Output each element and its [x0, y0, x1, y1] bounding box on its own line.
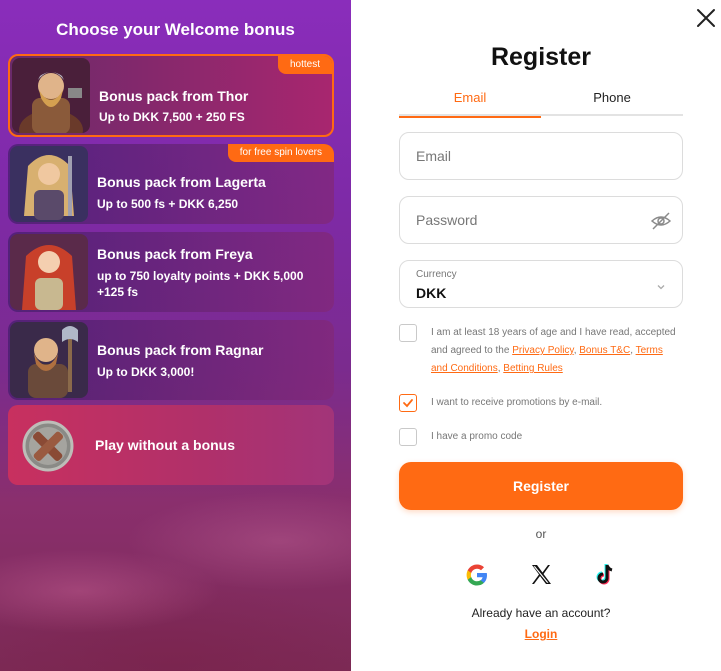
bonus-badge: hottest — [277, 56, 332, 74]
bonus-card-ragnar[interactable]: Bonus pack from Ragnar Up to DKK 3,000! — [8, 320, 334, 400]
bonus-subtitle: Up to 500 fs + DKK 6,250 — [97, 197, 239, 211]
register-tabs: Email Phone — [399, 88, 683, 118]
login-link[interactable]: Login — [399, 627, 683, 641]
eye-slash-icon[interactable] — [650, 210, 672, 232]
bonus-title: Bonus pack from Freya — [97, 246, 253, 262]
no-bonus-card[interactable]: Play without a bonus — [8, 405, 334, 485]
bonus-subtitle: Up to DKK 7,500 + 250 FS — [99, 110, 245, 124]
no-bonus-icon — [22, 420, 74, 472]
bonus-title: Bonus pack from Ragnar — [97, 342, 264, 358]
currency-label: Currency — [416, 269, 457, 280]
tiktok-icon[interactable] — [592, 562, 618, 588]
promo-code-label: I have a promo code — [431, 431, 523, 442]
bonus-subtitle: Up to DKK 3,000! — [97, 365, 195, 379]
register-title: Register — [490, 43, 592, 71]
promo-code-checkbox[interactable] — [399, 428, 417, 446]
age-consent-text: I am at least 18 years of age and I have… — [431, 327, 676, 374]
bonus-card-freya[interactable]: Bonus pack from Freya up to 750 loyalty … — [8, 232, 334, 312]
bonus-card-lagerta[interactable]: for free spin lovers Bonus pack from Lag… — [8, 144, 334, 224]
register-button[interactable]: Register — [399, 462, 683, 510]
privacy-policy-link[interactable]: Privacy Policy — [512, 345, 574, 356]
email-field-wrapper — [399, 132, 683, 180]
password-field[interactable] — [416, 197, 636, 243]
bonus-panel: Choose your Welcome bonus hottest Bonus … — [0, 0, 351, 671]
lagerta-portrait-image — [10, 146, 88, 222]
bonus-panel-title: Choose your Welcome bonus — [56, 20, 295, 39]
have-account-text: Already have an account? — [471, 606, 611, 620]
check-icon — [403, 399, 413, 408]
tab-email[interactable]: Email — [399, 90, 541, 118]
promotions-checkbox[interactable] — [399, 394, 417, 412]
bonus-tc-link[interactable]: Bonus T&C — [579, 345, 630, 356]
betting-rules-link[interactable]: Betting Rules — [503, 363, 562, 374]
chevron-down-icon — [656, 279, 666, 290]
google-icon[interactable] — [464, 562, 490, 588]
thor-portrait-image — [12, 58, 90, 133]
promotions-label: I want to receive promotions by e-mail. — [431, 397, 603, 408]
or-divider: or — [535, 527, 547, 541]
bonus-subtitle: up to 750 loyalty points + DKK 5,000 +12… — [97, 269, 304, 299]
password-field-wrapper — [399, 196, 683, 244]
no-bonus-label: Play without a bonus — [95, 437, 236, 453]
freya-portrait-image — [10, 234, 88, 310]
ragnar-portrait-image — [10, 322, 88, 398]
bonus-title: Bonus pack from Thor — [99, 88, 249, 104]
close-icon[interactable] — [694, 6, 718, 30]
x-icon[interactable] — [528, 562, 554, 588]
age-checkbox[interactable] — [399, 324, 417, 342]
currency-select[interactable]: Currency DKK — [399, 260, 683, 308]
tab-phone[interactable]: Phone — [541, 90, 683, 116]
bonus-card-thor[interactable]: hottest Bonus pack from Thor Up to DKK 7… — [8, 54, 334, 137]
email-field[interactable] — [416, 133, 636, 179]
bonus-title: Bonus pack from Lagerta — [97, 174, 266, 190]
currency-value: DKK — [416, 285, 447, 301]
bonus-badge: for free spin lovers — [227, 144, 334, 162]
